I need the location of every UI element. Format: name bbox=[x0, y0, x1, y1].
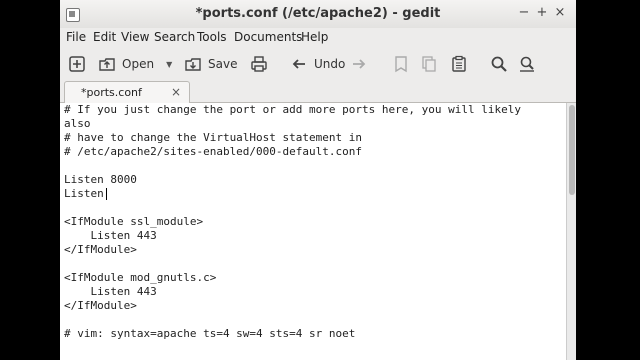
tab-ports-conf[interactable]: *ports.conf × bbox=[64, 81, 190, 103]
editor-line: also bbox=[64, 117, 91, 130]
print-button[interactable] bbox=[250, 52, 268, 76]
editor-line: <IfModule ssl_module> bbox=[64, 215, 204, 228]
close-button[interactable]: × bbox=[552, 5, 568, 21]
maximize-button[interactable]: + bbox=[534, 5, 550, 21]
title-bar[interactable]: *ports.conf (/etc/apache2) - gedit − + × bbox=[60, 0, 576, 28]
scrollbar-thumb[interactable] bbox=[569, 105, 575, 195]
tab-close-icon[interactable]: × bbox=[171, 85, 181, 99]
menu-edit[interactable]: Edit bbox=[93, 30, 116, 44]
menu-documents[interactable]: Documents bbox=[234, 30, 302, 44]
find-replace-button[interactable] bbox=[518, 52, 536, 76]
copy-icon bbox=[422, 56, 436, 72]
undo-arrow-icon bbox=[292, 59, 305, 69]
menu-bar: File Edit View Search Tools Documents He… bbox=[60, 28, 576, 48]
tab-label: *ports.conf bbox=[81, 86, 142, 99]
find-replace-icon bbox=[520, 56, 534, 72]
paste-button[interactable] bbox=[450, 52, 468, 76]
text-cursor bbox=[106, 188, 107, 200]
open-button[interactable]: Open ▼ bbox=[98, 52, 172, 76]
print-icon bbox=[251, 56, 267, 72]
menu-tools[interactable]: Tools bbox=[197, 30, 227, 44]
new-document-icon bbox=[69, 56, 85, 72]
editor-line: Listen bbox=[64, 187, 104, 200]
chevron-down-icon[interactable]: ▼ bbox=[166, 60, 172, 69]
find-button[interactable] bbox=[490, 52, 508, 76]
open-label: Open bbox=[122, 57, 155, 71]
editor-line: # vim: syntax=apache ts=4 sw=4 sts=4 sr … bbox=[64, 327, 356, 340]
open-folder-icon bbox=[99, 58, 115, 71]
menu-view[interactable]: View bbox=[121, 30, 149, 44]
editor-line: # have to change the VirtualHost stateme… bbox=[64, 131, 363, 144]
menu-search[interactable]: Search bbox=[154, 30, 195, 44]
copy-button[interactable] bbox=[420, 52, 438, 76]
app-icon bbox=[66, 8, 80, 22]
gedit-window: *ports.conf (/etc/apache2) - gedit − + ×… bbox=[60, 0, 576, 360]
menu-help[interactable]: Help bbox=[301, 30, 328, 44]
window-title: *ports.conf (/etc/apache2) - gedit bbox=[195, 6, 441, 21]
editor-line: <IfModule mod_gnutls.c> bbox=[64, 271, 217, 284]
save-label: Save bbox=[208, 57, 238, 71]
paste-icon bbox=[452, 55, 466, 72]
undo-label: Undo bbox=[314, 57, 346, 71]
editor-line: Listen 443 bbox=[64, 229, 157, 242]
new-document-button[interactable] bbox=[68, 52, 86, 76]
editor-line: Listen 443 bbox=[64, 285, 157, 298]
minimize-button[interactable]: − bbox=[516, 5, 532, 21]
save-icon bbox=[185, 58, 201, 71]
cut-button[interactable] bbox=[392, 52, 410, 76]
redo-arrow-icon bbox=[353, 59, 366, 69]
text-editor[interactable]: # If you just change the port or add mor… bbox=[60, 103, 566, 360]
editor-line: # If you just change the port or add mor… bbox=[64, 103, 521, 116]
editor-line: </IfModule> bbox=[64, 243, 137, 256]
editor-line: Listen 8000 bbox=[64, 173, 137, 186]
menu-file[interactable]: File bbox=[66, 30, 86, 44]
undo-button[interactable]: Undo bbox=[290, 52, 345, 76]
editor-line: </IfModule> bbox=[64, 299, 137, 312]
tab-bar: *ports.conf × bbox=[60, 80, 576, 103]
editor-line: # /etc/apache2/sites-enabled/000-default… bbox=[64, 145, 363, 158]
search-icon bbox=[491, 56, 507, 72]
vertical-scrollbar[interactable] bbox=[566, 103, 576, 360]
save-button[interactable]: Save bbox=[184, 52, 237, 76]
cut-icon bbox=[395, 56, 407, 73]
redo-button[interactable] bbox=[350, 52, 368, 76]
toolbar: Open ▼ Save Undo bbox=[60, 48, 576, 80]
